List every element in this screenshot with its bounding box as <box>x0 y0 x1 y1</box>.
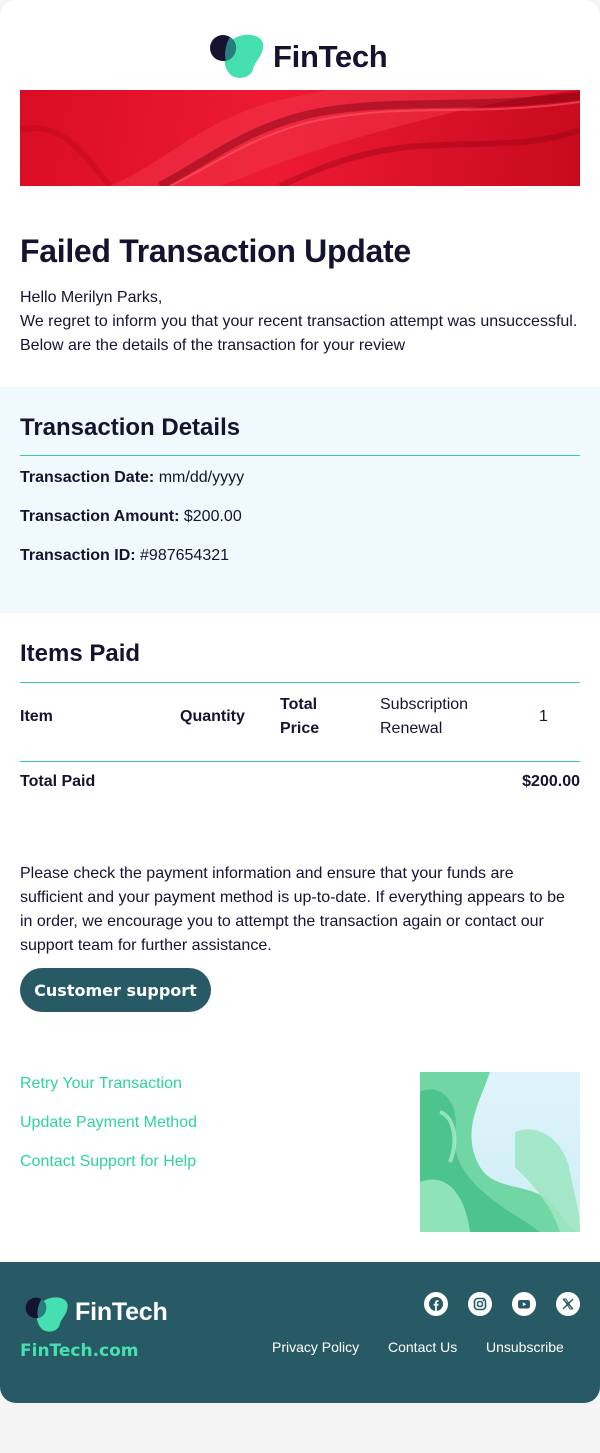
transaction-id-label: Transaction ID: <box>20 547 136 564</box>
column-header-quantity: Quantity <box>180 708 245 725</box>
instagram-icon[interactable] <box>468 1292 492 1316</box>
transaction-amount-value: $200.00 <box>183 508 242 525</box>
transaction-date-label: Transaction Date: <box>20 469 155 486</box>
transaction-date-value: mm/dd/yyyy <box>158 469 245 486</box>
x-icon[interactable] <box>556 1292 580 1316</box>
update-payment-method-link[interactable]: Update Payment Method <box>20 1111 197 1135</box>
website-link[interactable]: FinTech.com <box>20 1341 139 1361</box>
transaction-details-heading: Transaction Details <box>20 414 241 441</box>
customer-support-button[interactable]: Customer support <box>20 968 211 1012</box>
transaction-amount-label: Transaction Amount: <box>20 508 180 525</box>
transaction-date-row: Transaction Date: mm/dd/yyyy <box>20 466 244 490</box>
transaction-id-row: Transaction ID: #987654321 <box>20 544 229 568</box>
total-paid-label: Total Paid <box>20 773 96 790</box>
privacy-policy-link[interactable]: Privacy Policy <box>272 1337 359 1357</box>
unsubscribe-link[interactable]: Unsubscribe <box>486 1337 564 1357</box>
intro-text: We regret to inform you that your recent… <box>20 313 578 354</box>
footer-brand-name: FinTech <box>75 1298 168 1326</box>
green-shapes-illustration <box>420 1072 580 1232</box>
transaction-amount-row: Transaction Amount: $200.00 <box>20 505 242 529</box>
page-title: Failed Transaction Update <box>20 233 411 269</box>
support-paragraph: Please check the payment information and… <box>20 865 565 954</box>
header-logo[interactable]: FinTech <box>0 33 600 81</box>
decorative-3d-image <box>420 1072 580 1232</box>
footer: FinTech FinTech.com Privacy Policy Conta… <box>0 1262 600 1403</box>
divider <box>20 455 580 456</box>
divider <box>20 761 580 762</box>
email-card: FinTech Failed Transaction Update Hello … <box>0 0 600 1403</box>
column-header-total-price: Total Price <box>280 696 320 737</box>
fintech-logo-icon <box>210 34 264 78</box>
brand-name: FinTech <box>273 39 388 74</box>
items-paid-heading: Items Paid <box>20 640 141 667</box>
greeting-text: Hello Merilyn Parks, <box>20 289 163 306</box>
contact-us-link[interactable]: Contact Us <box>388 1337 457 1357</box>
hero-image <box>20 90 580 186</box>
retry-transaction-link[interactable]: Retry Your Transaction <box>20 1072 182 1096</box>
column-header-item: Item <box>20 708 53 725</box>
item-name-cell: Subscription Renewal <box>380 696 469 737</box>
facebook-icon[interactable] <box>424 1292 448 1316</box>
divider <box>20 682 580 683</box>
red-waves-illustration <box>20 90 580 186</box>
total-paid-value: $200.00 <box>522 773 580 790</box>
youtube-icon[interactable] <box>512 1292 536 1316</box>
item-quantity-cell: 1 <box>539 708 548 725</box>
fintech-logo-icon <box>25 1297 68 1332</box>
contact-support-link[interactable]: Contact Support for Help <box>20 1150 196 1174</box>
transaction-id-value: #987654321 <box>140 547 230 564</box>
